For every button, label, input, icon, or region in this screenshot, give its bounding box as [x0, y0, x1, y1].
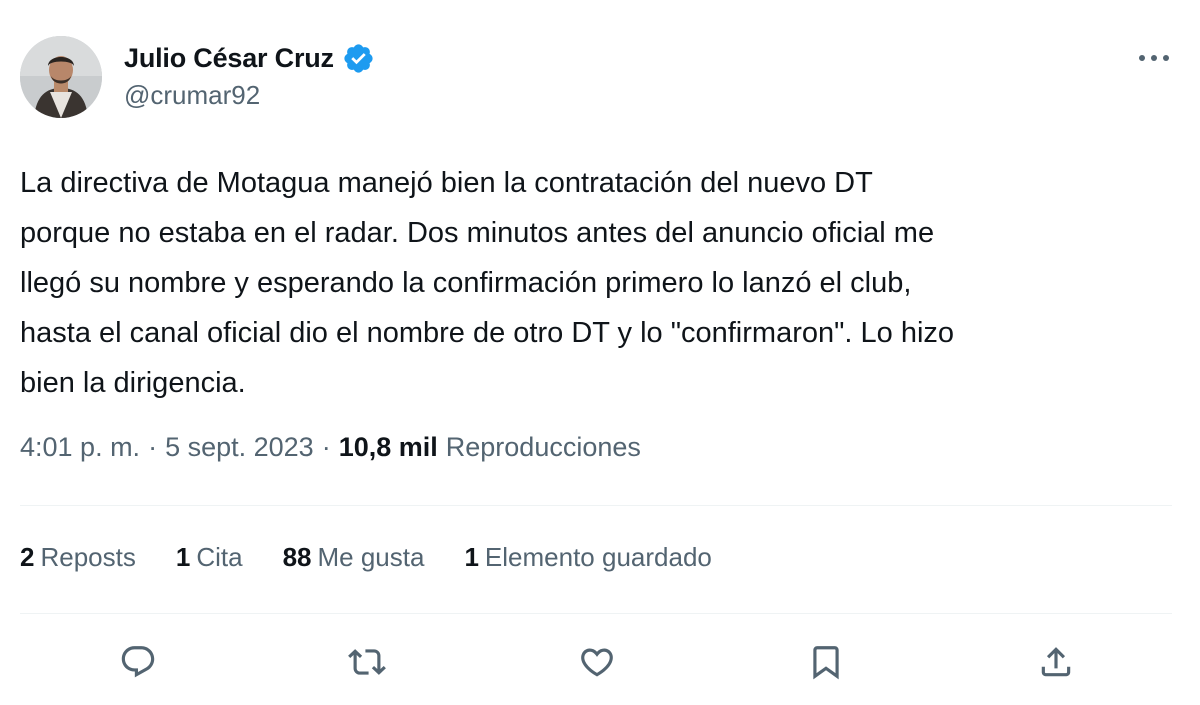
- reposts-count: 2: [20, 542, 35, 572]
- likes-label: Me gusta: [317, 542, 425, 572]
- tweet-date[interactable]: 5 sept. 2023: [165, 432, 314, 463]
- share-icon: [1041, 647, 1071, 677]
- views-count: 10,8 mil: [338, 432, 438, 462]
- tweet-text-line: La directiva de Motagua manejó bien la c…: [20, 167, 873, 199]
- like-icon: [581, 648, 613, 677]
- tweet-text-line: porque no estaba en el radar. Dos minuto…: [20, 217, 935, 249]
- tweet-text: La directiva de Motagua manejó bien la c…: [20, 158, 1180, 408]
- quotes-stat[interactable]: 1 Cita: [176, 542, 243, 573]
- meta-separator: ·: [321, 432, 331, 462]
- share-button[interactable]: [1034, 640, 1078, 684]
- reposts-label: Reposts: [40, 542, 136, 572]
- tweet-text-line: llegó su nombre y esperando la confirmac…: [20, 267, 912, 299]
- repost-button[interactable]: [345, 640, 389, 684]
- bookmarks-count: 1: [464, 542, 479, 572]
- quotes-count: 1: [175, 542, 191, 572]
- bookmark-icon: [813, 646, 839, 680]
- quotes-label: Cita: [196, 542, 243, 572]
- author-name-row: Julio César Cruz: [124, 40, 375, 76]
- tweet-time[interactable]: 4:01 p. m.: [20, 432, 140, 463]
- author-display-name[interactable]: Julio César Cruz: [124, 43, 334, 74]
- likes-count: 88: [282, 542, 312, 572]
- author-handle[interactable]: @crumar92: [124, 80, 260, 111]
- avatar[interactable]: [20, 36, 102, 118]
- tweet-text-line: hasta el canal oficial dio el nombre de …: [20, 317, 955, 349]
- tweet-meta: 4:01 p. m. · 5 sept. 2023 · 10,8 mil Rep…: [20, 432, 641, 463]
- tweet-text-line: bien la dirigencia.: [20, 367, 246, 399]
- reposts-stat[interactable]: 2 Reposts: [20, 542, 136, 573]
- more-icon[interactable]: [1134, 40, 1174, 76]
- divider: [20, 613, 1172, 614]
- bookmarks-label: Elemento guardado: [484, 542, 712, 572]
- divider: [20, 505, 1172, 506]
- verified-badge-icon: [342, 42, 375, 75]
- likes-stat[interactable]: 88 Me gusta: [283, 542, 425, 573]
- bookmark-button[interactable]: [804, 640, 848, 684]
- reply-button[interactable]: [116, 640, 160, 684]
- reply-icon: [121, 646, 155, 678]
- repost-icon: [348, 649, 386, 675]
- engagement-stats: 2 Reposts 1 Cita 88 Me gusta 1 Elemento guar…: [20, 542, 752, 573]
- like-button[interactable]: [575, 640, 619, 684]
- meta-separator: ·: [148, 432, 158, 462]
- bookmarks-stat[interactable]: 1 Elemento guardado: [464, 542, 711, 573]
- views-label: Reproducciones: [445, 432, 641, 462]
